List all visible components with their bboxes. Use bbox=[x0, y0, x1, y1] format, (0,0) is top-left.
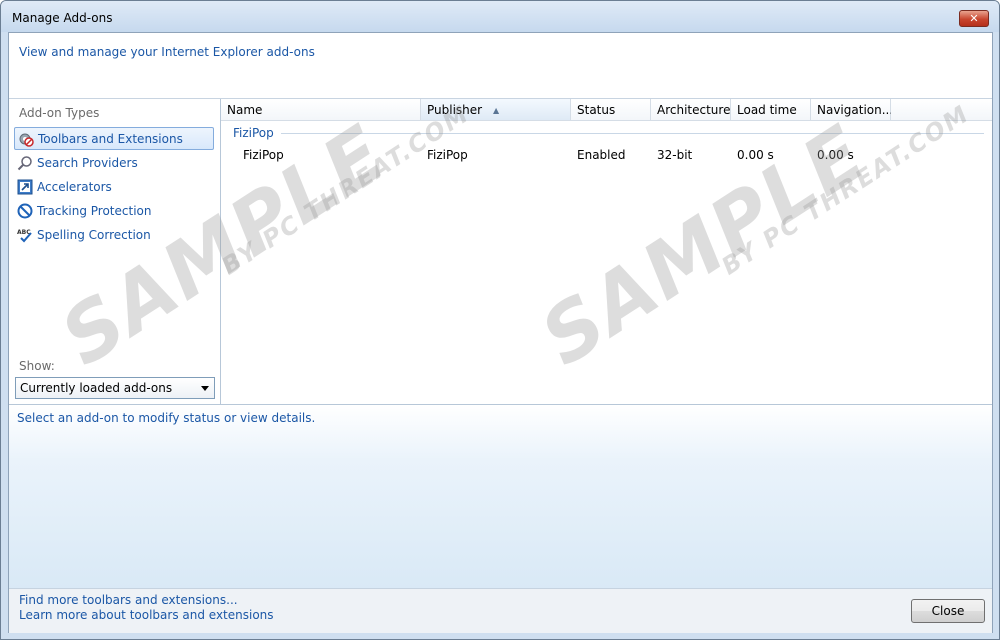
sidebar-item-label: Spelling Correction bbox=[37, 227, 151, 242]
sidebar-item-tracking-protection[interactable]: Tracking Protection bbox=[14, 199, 214, 222]
header-panel: View and manage your Internet Explorer a… bbox=[9, 33, 992, 99]
cell-navigation: 0.00 s bbox=[817, 148, 854, 162]
addon-types-heading: Add-on Types bbox=[19, 106, 100, 120]
accelerator-icon bbox=[17, 179, 33, 195]
footer-bar: Find more toolbars and extensions... Lea… bbox=[9, 588, 992, 633]
sidebar-item-accelerators[interactable]: Accelerators bbox=[14, 175, 214, 198]
learn-more-toolbars-link[interactable]: Learn more about toolbars and extensions bbox=[19, 608, 274, 622]
show-filter-value: Currently loaded add-ons bbox=[20, 381, 173, 395]
sidebar-item-search-providers[interactable]: Search Providers bbox=[14, 151, 214, 174]
title-bar[interactable]: Manage Add-ons ✕ bbox=[1, 1, 999, 32]
window-close-button[interactable]: ✕ bbox=[959, 10, 989, 27]
close-icon: ✕ bbox=[969, 12, 979, 25]
column-header-status[interactable]: Status bbox=[571, 99, 651, 121]
column-header-navigation[interactable]: Navigation... bbox=[811, 99, 893, 121]
show-filter-dropdown[interactable]: Currently loaded add-ons bbox=[15, 377, 215, 399]
sidebar-item-label: Tracking Protection bbox=[37, 203, 152, 218]
cell-publisher: FiziPop bbox=[427, 148, 468, 162]
sidebar-item-label: Accelerators bbox=[37, 179, 112, 194]
chevron-down-icon bbox=[201, 386, 209, 391]
group-header-fizipop: FiziPop bbox=[233, 126, 274, 140]
sidebar-item-label: Toolbars and Extensions bbox=[38, 131, 183, 146]
cell-name: FiziPop bbox=[243, 148, 284, 162]
header-description: View and manage your Internet Explorer a… bbox=[19, 45, 315, 59]
column-header-architecture[interactable]: Architecture bbox=[651, 99, 731, 121]
show-label: Show: bbox=[19, 359, 55, 373]
no-entry-icon bbox=[17, 203, 33, 219]
window-title: Manage Add-ons bbox=[12, 11, 113, 25]
sidebar-item-spelling-correction[interactable]: ABC Spelling Correction bbox=[14, 223, 214, 246]
column-header-filler bbox=[891, 99, 992, 121]
find-more-toolbars-link[interactable]: Find more toolbars and extensions... bbox=[19, 593, 238, 607]
manage-addons-window: Manage Add-ons ✕ View and manage your In… bbox=[0, 0, 1000, 640]
group-divider bbox=[281, 133, 984, 134]
sort-ascending-icon: ▲ bbox=[493, 106, 500, 115]
sidebar-item-label: Search Providers bbox=[37, 155, 138, 170]
magnifier-icon bbox=[17, 155, 33, 171]
details-panel: Select an add-on to modify status or vie… bbox=[9, 404, 992, 589]
column-header-publisher[interactable]: ▲ Publisher bbox=[421, 99, 571, 121]
addons-list: Name ▲ Publisher Status Architecture Loa… bbox=[221, 99, 992, 404]
column-header-load-time[interactable]: Load time bbox=[731, 99, 811, 121]
abc-check-icon: ABC bbox=[17, 227, 33, 243]
column-header-name[interactable]: Name bbox=[221, 99, 421, 121]
addon-types-sidebar: Add-on Types Toolbars and Extensions Sea… bbox=[9, 99, 221, 404]
cell-status: Enabled bbox=[577, 148, 626, 162]
sidebar-item-toolbars-and-extensions[interactable]: Toolbars and Extensions bbox=[14, 127, 214, 150]
cell-architecture: 32-bit bbox=[657, 148, 693, 162]
client-area: View and manage your Internet Explorer a… bbox=[8, 32, 993, 633]
cell-load-time: 0.00 s bbox=[737, 148, 774, 162]
gear-block-icon bbox=[18, 131, 34, 147]
details-hint: Select an add-on to modify status or vie… bbox=[17, 411, 316, 425]
close-button[interactable]: Close bbox=[911, 599, 985, 623]
